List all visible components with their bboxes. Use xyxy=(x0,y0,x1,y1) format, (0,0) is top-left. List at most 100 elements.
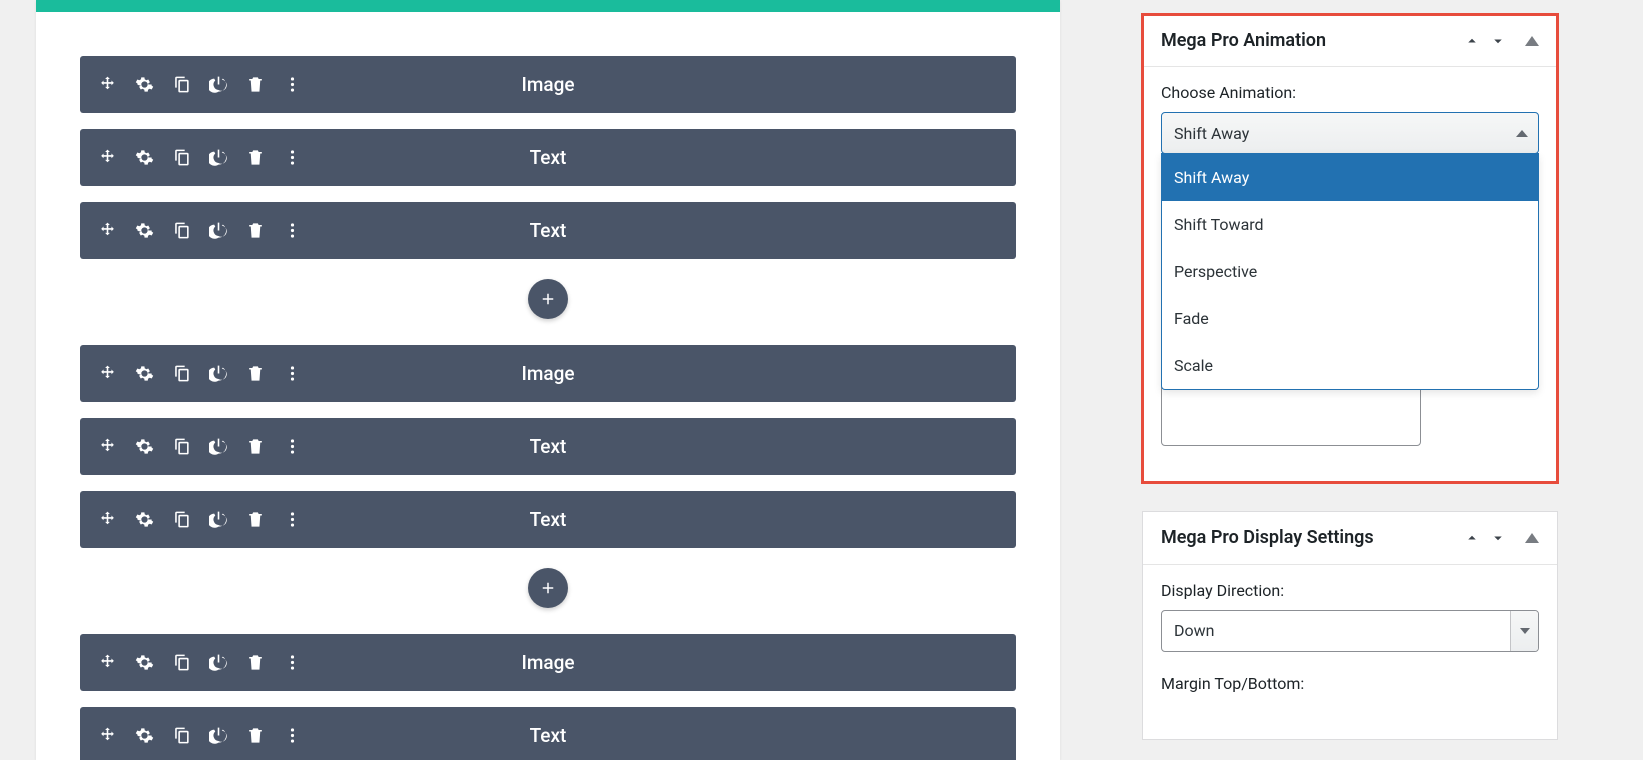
panel-body: Display Direction: Down Margin Top/Botto… xyxy=(1143,565,1557,739)
animation-dropdown: Shift Away Shift Toward Perspective Fade… xyxy=(1161,153,1539,390)
gear-icon[interactable] xyxy=(135,653,154,672)
block-toolbar xyxy=(98,148,302,167)
block-text[interactable]: Text xyxy=(80,202,1016,259)
panel-title: Mega Pro Animation xyxy=(1161,29,1463,52)
panel-header[interactable]: Mega Pro Display Settings xyxy=(1143,512,1557,564)
duplicate-icon[interactable] xyxy=(172,364,191,383)
gear-icon[interactable] xyxy=(135,221,154,240)
move-icon[interactable] xyxy=(98,437,117,456)
more-icon[interactable] xyxy=(283,726,302,745)
panel-controls xyxy=(1463,529,1539,547)
move-icon[interactable] xyxy=(98,75,117,94)
option-shift-away[interactable]: Shift Away xyxy=(1162,154,1538,201)
more-icon[interactable] xyxy=(283,437,302,456)
block-text[interactable]: Text xyxy=(80,707,1016,760)
block-toolbar xyxy=(98,653,302,672)
option-perspective[interactable]: Perspective xyxy=(1162,248,1538,295)
block-image[interactable]: Image xyxy=(80,634,1016,691)
select-value: Shift Away xyxy=(1174,124,1249,143)
plus-icon xyxy=(539,290,557,308)
move-icon[interactable] xyxy=(98,364,117,383)
gear-icon[interactable] xyxy=(135,726,154,745)
block-toolbar xyxy=(98,726,302,745)
chevron-up-icon[interactable] xyxy=(1463,529,1481,547)
power-icon[interactable] xyxy=(209,364,228,383)
block-text[interactable]: Text xyxy=(80,129,1016,186)
move-icon[interactable] xyxy=(98,510,117,529)
power-icon[interactable] xyxy=(209,221,228,240)
power-icon[interactable] xyxy=(209,75,228,94)
display-direction-label: Display Direction: xyxy=(1161,581,1539,600)
panel-controls xyxy=(1463,32,1539,50)
chevron-up-icon[interactable] xyxy=(1463,32,1481,50)
move-icon[interactable] xyxy=(98,653,117,672)
move-icon[interactable] xyxy=(98,221,117,240)
option-fade[interactable]: Fade xyxy=(1162,295,1538,342)
trash-icon[interactable] xyxy=(246,653,265,672)
margin-label: Margin Top/Bottom: xyxy=(1161,674,1539,693)
power-icon[interactable] xyxy=(209,726,228,745)
trash-icon[interactable] xyxy=(246,75,265,94)
gear-icon[interactable] xyxy=(135,148,154,167)
move-icon[interactable] xyxy=(98,148,117,167)
power-icon[interactable] xyxy=(209,510,228,529)
duplicate-icon[interactable] xyxy=(172,148,191,167)
duplicate-icon[interactable] xyxy=(172,726,191,745)
option-shift-toward[interactable]: Shift Toward xyxy=(1162,201,1538,248)
trash-icon[interactable] xyxy=(246,221,265,240)
editor-main: Image Text Text xyxy=(18,0,1078,760)
secondary-input[interactable] xyxy=(1161,384,1421,446)
chevron-down-icon[interactable] xyxy=(1489,529,1507,547)
trash-icon[interactable] xyxy=(246,510,265,529)
gear-icon[interactable] xyxy=(135,510,154,529)
display-direction-select[interactable]: Down xyxy=(1161,610,1539,652)
block-text[interactable]: Text xyxy=(80,491,1016,548)
toggle-icon[interactable] xyxy=(1525,36,1539,46)
duplicate-icon[interactable] xyxy=(172,221,191,240)
duplicate-icon[interactable] xyxy=(172,510,191,529)
block-toolbar xyxy=(98,75,302,94)
trash-icon[interactable] xyxy=(246,437,265,456)
block-image[interactable]: Image xyxy=(80,345,1016,402)
more-icon[interactable] xyxy=(283,364,302,383)
duplicate-icon[interactable] xyxy=(172,653,191,672)
block-toolbar xyxy=(98,437,302,456)
panel-header[interactable]: Mega Pro Animation xyxy=(1143,15,1557,67)
duplicate-icon[interactable] xyxy=(172,75,191,94)
power-icon[interactable] xyxy=(209,148,228,167)
add-block-button[interactable] xyxy=(528,279,568,319)
block-toolbar xyxy=(98,221,302,240)
block-header-bar xyxy=(36,0,1060,12)
trash-icon[interactable] xyxy=(246,148,265,167)
add-block-button[interactable] xyxy=(528,568,568,608)
panel-title: Mega Pro Display Settings xyxy=(1161,526,1463,549)
more-icon[interactable] xyxy=(283,510,302,529)
more-icon[interactable] xyxy=(283,221,302,240)
select-value: Down xyxy=(1174,621,1214,640)
more-icon[interactable] xyxy=(283,148,302,167)
move-icon[interactable] xyxy=(98,726,117,745)
block-text[interactable]: Text xyxy=(80,418,1016,475)
gear-icon[interactable] xyxy=(135,75,154,94)
block-image[interactable]: Image xyxy=(80,56,1016,113)
plus-icon xyxy=(539,579,557,597)
trash-icon[interactable] xyxy=(246,726,265,745)
block-toolbar xyxy=(98,364,302,383)
caret-down-icon xyxy=(1510,611,1538,651)
animation-select[interactable]: Shift Away Shift Away Shift Toward Persp… xyxy=(1161,112,1539,154)
chevron-down-icon[interactable] xyxy=(1489,32,1507,50)
display-panel: Mega Pro Display Settings Display Direct… xyxy=(1142,511,1558,739)
toggle-icon[interactable] xyxy=(1525,533,1539,543)
block-toolbar xyxy=(98,510,302,529)
more-icon[interactable] xyxy=(283,75,302,94)
duplicate-icon[interactable] xyxy=(172,437,191,456)
sidebar: Mega Pro Animation Choose Animation: Shi… xyxy=(1102,0,1626,760)
power-icon[interactable] xyxy=(209,653,228,672)
power-icon[interactable] xyxy=(209,437,228,456)
trash-icon[interactable] xyxy=(246,364,265,383)
more-icon[interactable] xyxy=(283,653,302,672)
gear-icon[interactable] xyxy=(135,364,154,383)
gear-icon[interactable] xyxy=(135,437,154,456)
option-scale[interactable]: Scale xyxy=(1162,342,1538,389)
content-card: Image Text Text xyxy=(36,0,1060,760)
